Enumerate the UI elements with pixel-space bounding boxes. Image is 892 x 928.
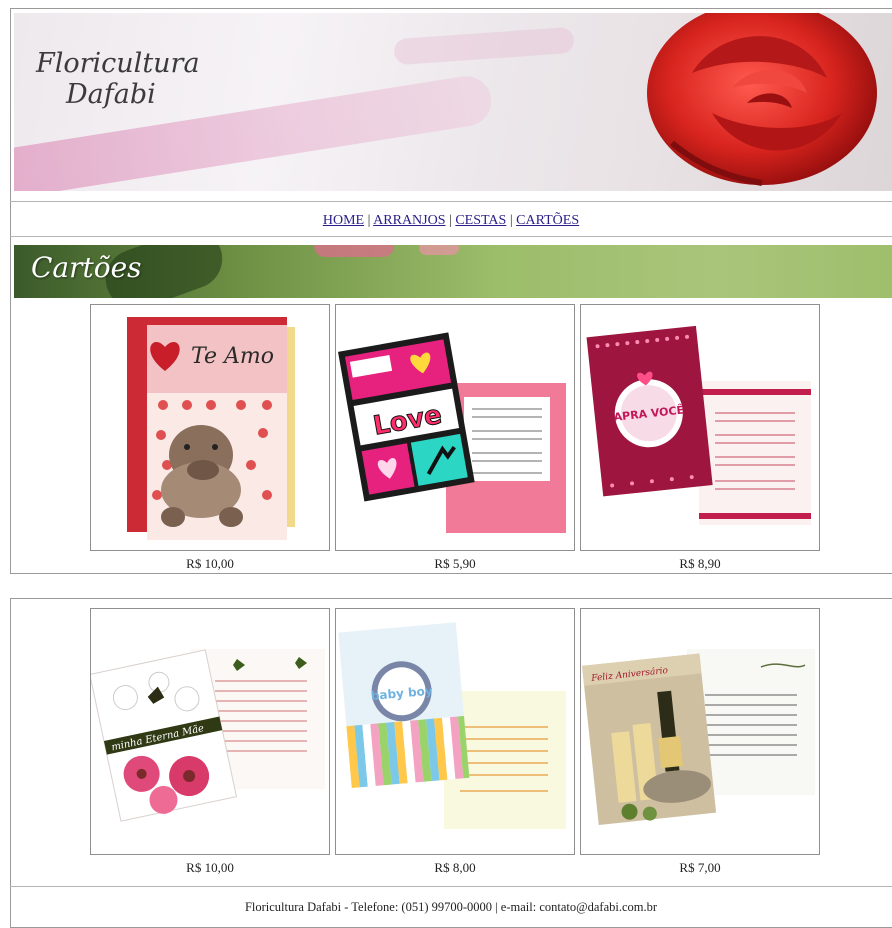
product-price: R$ 5,90 [434, 556, 476, 571]
card-image-te-amo: Te Amo [127, 317, 295, 540]
section-banner: Cartões [14, 245, 892, 298]
product-card[interactable]: minha Eterna Mãe [90, 608, 330, 855]
main-nav: HOME | ARRANJOS | CESTAS | CARTÕES [10, 207, 892, 235]
product-card[interactable]: APRA VOCÊ [580, 304, 820, 551]
header-banner: Floricultura Dafabi [14, 13, 892, 191]
product-price: R$ 10,00 [186, 860, 234, 875]
section-title: Cartões [31, 251, 142, 284]
product-price: R$ 10,00 [186, 556, 234, 571]
nav-arranjos[interactable]: ARRANJOS [373, 213, 445, 228]
product-card[interactable]: Feliz Aniversário [580, 608, 820, 855]
ribbon-decoration [393, 26, 575, 66]
nav-cartoes[interactable]: CARTÕES [516, 213, 579, 228]
petal-decoration [314, 245, 394, 257]
nav-home[interactable]: HOME [323, 213, 364, 228]
product-price: R$ 8,00 [434, 860, 476, 875]
nav-cestas[interactable]: CESTAS [455, 213, 506, 228]
card-image-baby-boy: baby boy [338, 622, 566, 829]
card-image-aniversario: Feliz Aniversário [582, 649, 815, 825]
logo-line2: Dafabi [66, 79, 156, 110]
card-image-mae: minha Eterna Mãe [91, 649, 325, 822]
logo-line1: Floricultura [36, 48, 200, 79]
divider [10, 201, 892, 202]
card-image-love: Love [338, 332, 566, 533]
nav-separator: | [509, 213, 513, 228]
divider [10, 236, 892, 237]
product-card[interactable]: Te Amo [90, 304, 330, 551]
card-image-pra-voce: APRA VOCÊ [586, 325, 811, 525]
product-price: R$ 7,00 [679, 860, 721, 875]
nav-separator: | [449, 213, 452, 228]
nav-separator: | [367, 213, 371, 228]
petal-decoration [419, 245, 459, 255]
divider [10, 886, 892, 887]
card-text: Te Amo [191, 344, 274, 369]
product-price: R$ 8,90 [679, 556, 721, 571]
footer-contact: Floricultura Dafabi - Telefone: (051) 99… [244, 900, 658, 914]
rose-image [647, 13, 877, 186]
logo[interactable]: Floricultura Dafabi [36, 48, 216, 110]
product-card[interactable]: baby boy [335, 608, 575, 855]
product-card[interactable]: Love [335, 304, 575, 551]
